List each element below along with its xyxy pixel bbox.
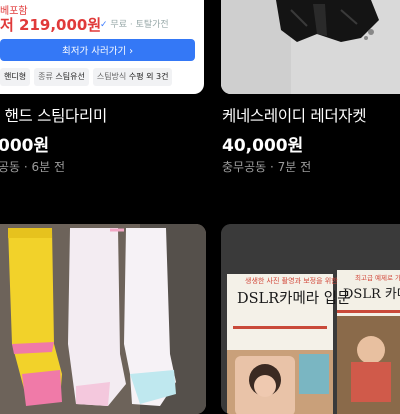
book1-subtitle: 생생한 사진 촬영과 보정을 위한 bbox=[245, 277, 338, 285]
listing-price: 000원 bbox=[0, 136, 50, 156]
listing-title[interactable]: ' 핸드 스팀다리미 bbox=[0, 104, 107, 126]
ad-attribute: 스팀방식 수평 외 3건 bbox=[92, 68, 173, 86]
ad-shipping: ✓ 무료 · 토탈가전 bbox=[100, 17, 169, 30]
listing-image-books[interactable]: 생생한 사진 촬영과 보정을 위한 DSLR카메라 입문 최고급 예제로 가장 … bbox=[221, 224, 400, 414]
listing-image-socks[interactable] bbox=[0, 224, 206, 414]
listing-image-jacket[interactable] bbox=[221, 0, 400, 94]
ad-attributes: 핸디형 종류 스팀유선 스팀방식 수평 외 3건 bbox=[0, 68, 200, 86]
jacket-photo bbox=[221, 0, 400, 94]
book1-title: DSLR카메라 입문 bbox=[237, 291, 351, 307]
listing-title[interactable]: 케네스레이디 레더자켓 bbox=[222, 104, 367, 126]
ad-price: 저 219,000원 bbox=[0, 16, 102, 34]
ad-shipping-text: 무료 · 토탈가전 bbox=[110, 20, 169, 30]
listing-meta: 공동 · 6분 전 bbox=[0, 160, 66, 174]
check-icon: ✓ bbox=[100, 20, 108, 30]
ad-card[interactable]: 베포함 저 219,000원 ✓ 무료 · 토탈가전 최저가 사러가기 › 핸디… bbox=[0, 0, 204, 94]
books-photo bbox=[221, 224, 400, 414]
book2-subtitle: 최고급 예제로 가장 빠르게 배우는 bbox=[355, 274, 400, 282]
ad-attribute: 종류 스팀유선 bbox=[34, 68, 89, 86]
ad-attribute: 핸디형 bbox=[0, 68, 31, 86]
socks-photo bbox=[0, 224, 206, 414]
listing-meta: 충무공동 · 7분 전 bbox=[222, 160, 312, 174]
lowest-price-button[interactable]: 최저가 사러가기 › bbox=[0, 39, 195, 61]
listing-price: 40,000원 bbox=[222, 136, 304, 156]
book2-title: DSLR 카메라 bbox=[343, 287, 400, 302]
